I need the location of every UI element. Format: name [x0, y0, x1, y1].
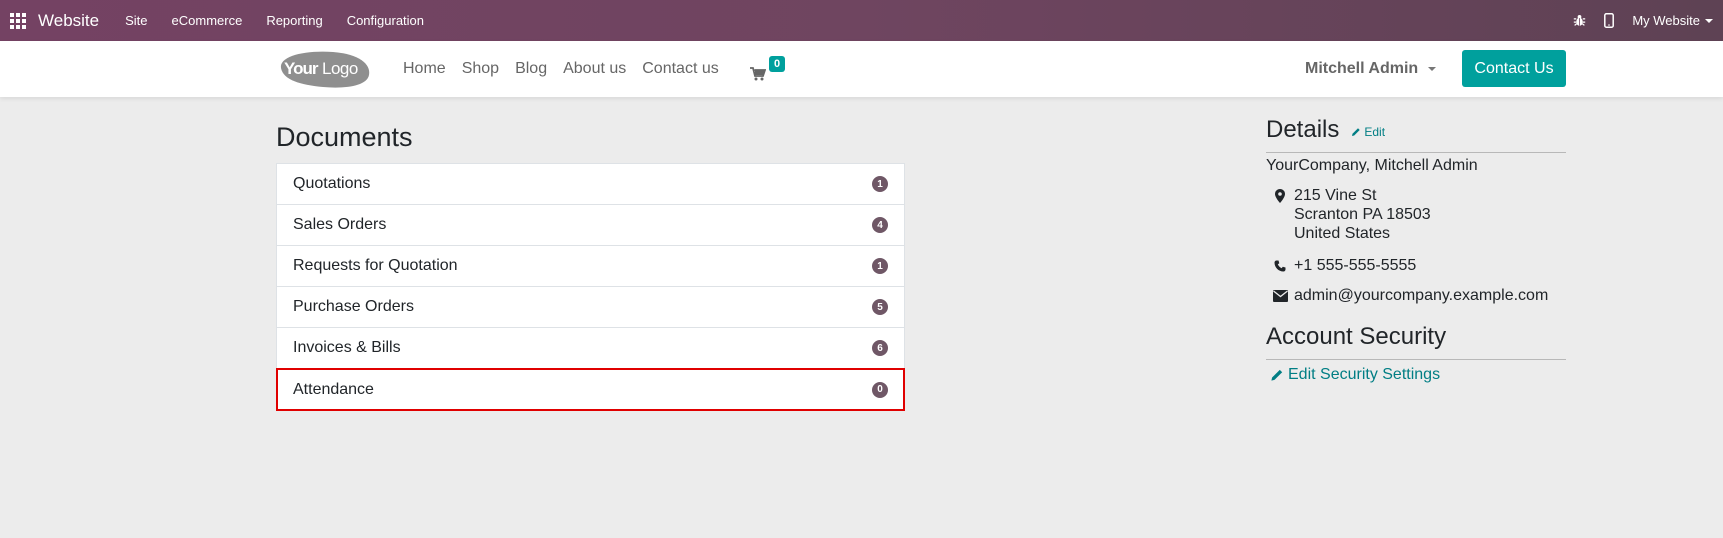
cart-button[interactable]: 0: [750, 55, 790, 85]
nav-blog[interactable]: Blog: [515, 60, 547, 78]
edit-security-settings-label: Edit Security Settings: [1288, 366, 1441, 383]
user-name: Mitchell Admin: [1305, 60, 1419, 77]
envelope-icon: [1266, 287, 1294, 305]
document-label: Attendance: [293, 380, 374, 398]
document-count-badge: 5: [872, 299, 888, 315]
map-marker-icon: [1266, 186, 1294, 243]
document-label: Invoices & Bills: [293, 339, 401, 356]
documents-title: Documents: [276, 122, 413, 152]
svg-text:Logo: Logo: [322, 59, 358, 78]
document-label: Requests for Quotation: [293, 257, 458, 274]
caret-down-icon: [1705, 18, 1713, 23]
user-menu[interactable]: Mitchell Admin: [1305, 41, 1437, 97]
document-count-badge: 1: [872, 258, 888, 274]
email-row: admin@yourcompany.example.com: [1266, 287, 1566, 305]
company-logo[interactable]: Your Logo: [275, 48, 371, 90]
document-item-attendance[interactable]: Attendance 0: [276, 368, 905, 411]
apps-grid-icon[interactable]: [10, 12, 26, 29]
address-street: 215 Vine St: [1294, 187, 1377, 204]
main-nav: Home Shop Blog About us Contact us: [403, 41, 735, 97]
address-city: Scranton PA 18503: [1294, 206, 1431, 223]
nav-shop[interactable]: Shop: [462, 60, 499, 78]
document-label: Purchase Orders: [293, 298, 414, 315]
website-header: Your Logo Home Shop Blog About us Contac…: [0, 41, 1723, 97]
contact-us-button[interactable]: Contact Us: [1462, 50, 1566, 87]
phone-number: +1 555-555-5555: [1294, 257, 1417, 274]
shopping-cart-icon: [750, 67, 766, 81]
pencil-icon: [1352, 128, 1361, 136]
nav-home[interactable]: Home: [403, 60, 446, 78]
menu-site[interactable]: Site: [125, 13, 147, 28]
document-count-badge: 6: [872, 340, 888, 356]
topbar-right: My Website: [1572, 0, 1723, 41]
document-item-quotations[interactable]: Quotations 1: [277, 164, 904, 205]
pencil-icon: [1271, 369, 1283, 381]
nav-contact-us[interactable]: Contact us: [642, 60, 718, 78]
account-security-title: Account Security: [1266, 323, 1447, 350]
menu-reporting[interactable]: Reporting: [266, 13, 322, 28]
documents-list: Quotations 1 Sales Orders 4 Requests for…: [276, 163, 905, 411]
menu-ecommerce[interactable]: eCommerce: [172, 13, 243, 28]
details-divider: [1266, 152, 1566, 153]
document-count-badge: 1: [872, 176, 888, 192]
website-selector-label: My Website: [1632, 13, 1700, 28]
security-divider: [1266, 359, 1566, 360]
edit-security-settings-link[interactable]: Edit Security Settings: [1266, 366, 1566, 384]
address-row: 215 Vine St Scranton PA 18503 United Sta…: [1266, 186, 1566, 243]
company-name: YourCompany, Mitchell Admin: [1266, 157, 1478, 174]
document-label: Quotations: [293, 175, 371, 192]
document-count-badge: 4: [872, 217, 888, 233]
details-heading: Details Edit: [1266, 116, 1566, 144]
document-item-requests-for-quotation[interactable]: Requests for Quotation 1: [277, 246, 904, 287]
document-count-badge: 0: [872, 381, 888, 398]
document-label: Sales Orders: [293, 216, 387, 233]
app-name[interactable]: Website: [38, 11, 99, 31]
document-item-invoices-bills[interactable]: Invoices & Bills 6: [277, 328, 904, 369]
phone-row: +1 555-555-5555: [1266, 257, 1566, 275]
website-selector[interactable]: My Website: [1632, 13, 1713, 28]
menu-configuration[interactable]: Configuration: [347, 13, 424, 28]
details-title: Details: [1266, 116, 1340, 143]
phone-icon: [1266, 257, 1294, 275]
bug-icon[interactable]: [1572, 14, 1586, 28]
email-address: admin@yourcompany.example.com: [1294, 287, 1549, 304]
nav-about-us[interactable]: About us: [563, 60, 626, 78]
cart-count-badge: 0: [769, 56, 786, 72]
document-item-sales-orders[interactable]: Sales Orders 4: [277, 205, 904, 246]
caret-down-icon: [1428, 67, 1437, 71]
mobile-preview-icon[interactable]: [1602, 13, 1616, 28]
address-country: United States: [1294, 225, 1391, 242]
edit-label: Edit: [1364, 125, 1386, 139]
details-panel: Details Edit YourCompany, Mitchell Admin…: [1266, 116, 1566, 384]
document-item-purchase-orders[interactable]: Purchase Orders 5: [277, 287, 904, 328]
svg-text:Your: Your: [284, 59, 319, 78]
address: 215 Vine St Scranton PA 18503 United Sta…: [1294, 186, 1431, 243]
edit-details-link[interactable]: Edit: [1351, 125, 1385, 139]
admin-topbar: Website Site eCommerce Reporting Configu…: [0, 0, 1723, 41]
